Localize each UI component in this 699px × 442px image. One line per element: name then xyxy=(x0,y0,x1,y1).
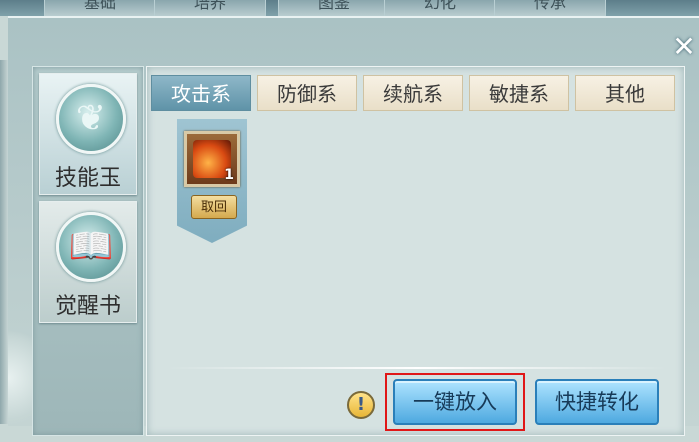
category-awaken-book[interactable]: 📖 觉醒书 xyxy=(39,201,137,323)
top-tab-gallery[interactable]: 图鉴 xyxy=(278,0,390,16)
quick-convert-button[interactable]: 快捷转化 xyxy=(535,379,659,425)
close-icon[interactable]: ✕ xyxy=(668,32,699,62)
dragon-glyph: ❦ xyxy=(75,98,107,139)
dragon-orb-icon: ❦ xyxy=(56,84,126,154)
category-label: 技能玉 xyxy=(54,166,121,191)
top-tab-cultivate[interactable]: 培养 xyxy=(154,0,266,16)
tab-attack[interactable]: 攻击系 xyxy=(151,75,251,111)
top-tab-bar: 基础 培养 图鉴 幻化 传承 xyxy=(0,0,699,16)
tab-other[interactable]: 其他 xyxy=(575,75,675,111)
retrieve-button[interactable]: 取回 xyxy=(191,195,237,219)
top-tab-transform[interactable]: 幻化 xyxy=(384,0,496,16)
main-panel: 攻击系 防御系 续航系 敏捷系 其他 1 取回 ! 一键放入 快捷转化 xyxy=(146,66,685,436)
category-skill-jade[interactable]: ❦ 技能玉 xyxy=(39,73,137,195)
dialog-window: ✕ ❦ 技能玉 📖 觉醒书 攻击系 防御系 续航系 敏捷系 其他 1 取回 ! xyxy=(8,16,699,442)
divider xyxy=(167,367,667,369)
top-tab-basic[interactable]: 基础 xyxy=(44,0,156,16)
tab-defense[interactable]: 防御系 xyxy=(257,75,357,111)
category-sidebar: ❦ 技能玉 📖 觉醒书 xyxy=(32,66,144,436)
item-count: 1 xyxy=(224,167,234,183)
info-icon[interactable]: ! xyxy=(347,391,375,419)
book-orb-icon: 📖 xyxy=(56,212,126,282)
one-click-insert-button[interactable]: 一键放入 xyxy=(393,379,517,425)
item-slot[interactable]: 1 xyxy=(184,131,240,187)
tab-endurance[interactable]: 续航系 xyxy=(363,75,463,111)
background-strip xyxy=(0,60,8,424)
book-glyph: 📖 xyxy=(68,226,114,267)
top-tab-inherit[interactable]: 传承 xyxy=(494,0,606,16)
cloud-decoration xyxy=(8,314,32,442)
tab-agility[interactable]: 敏捷系 xyxy=(469,75,569,111)
category-label: 觉醒书 xyxy=(54,294,121,319)
